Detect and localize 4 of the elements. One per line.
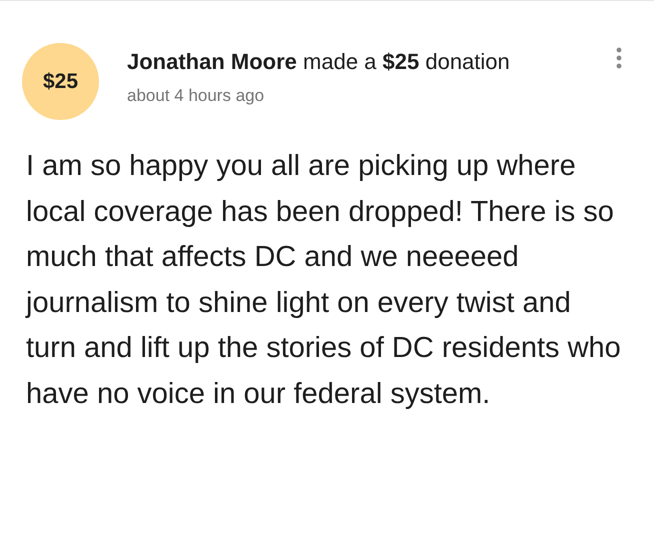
timestamp: about 4 hours ago [127,86,266,106]
donation-message: I am so happy you all are picking up where local coverage has been dropped! There is so much that affects DC and we neeeeed journalism to shine light on every twist and turn and lift up the stories of DC residents who have no voice in our federal system. [26,149,622,412]
donation-headline: Jonathan Moore made a $25 donation [127,48,511,76]
amount-badge: $25 [22,43,99,120]
